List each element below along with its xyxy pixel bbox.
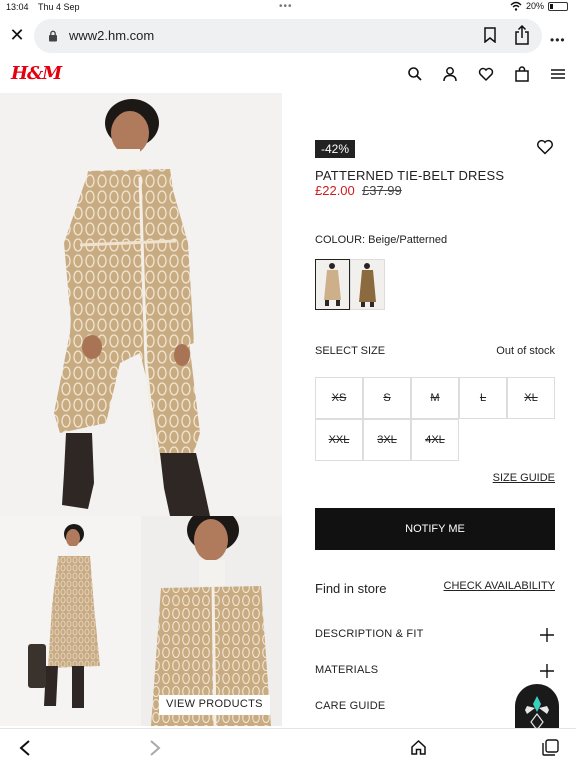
- shopping-bag-icon[interactable]: [514, 66, 530, 82]
- size-option[interactable]: XL: [507, 377, 555, 419]
- menu-hamburger-icon[interactable]: [550, 66, 566, 82]
- browser-bar: ✕ www2.hm.com •••: [0, 15, 576, 57]
- address-bar[interactable]: www2.hm.com: [34, 19, 542, 53]
- swatch-dress-alt-thumbnail: [359, 263, 376, 307]
- close-tab-icon[interactable]: ✕: [8, 25, 26, 45]
- product-title: PATTERNED TIE-BELT DRESS: [315, 168, 505, 183]
- stock-status: Out of stock: [496, 345, 555, 357]
- size-guide-link[interactable]: SIZE GUIDE: [493, 472, 555, 484]
- wifi-icon: [510, 1, 522, 11]
- hm-logo[interactable]: H&M: [11, 63, 62, 84]
- view-products-button[interactable]: VIEW PRODUCTS: [159, 695, 270, 715]
- check-availability-link[interactable]: CHECK AVAILABILITY: [444, 580, 555, 592]
- sale-price: £22.00: [315, 183, 355, 198]
- accordion-materials[interactable]: MATERIALS: [315, 664, 378, 676]
- lock-icon: [49, 30, 57, 42]
- colour-label: COLOUR: Beige/Patterned: [315, 234, 448, 246]
- notify-me-button[interactable]: NOTIFY ME: [315, 508, 555, 550]
- original-price: £37.99: [362, 183, 402, 198]
- multitasking-dots-icon[interactable]: •••: [279, 1, 293, 12]
- size-option[interactable]: XXL: [315, 419, 363, 461]
- add-to-favourites-heart-icon[interactable]: [536, 139, 554, 155]
- product-image-main[interactable]: [0, 93, 282, 516]
- home-icon[interactable]: [410, 739, 427, 756]
- colour-swatch-beige-patterned[interactable]: [315, 259, 350, 310]
- browser-bottom-toolbar: [0, 728, 576, 768]
- model-full-length-illustration: [28, 524, 100, 708]
- expand-plus-icon[interactable]: [540, 628, 554, 642]
- status-right: 20%: [510, 1, 568, 11]
- status-date: Thu 4 Sep: [38, 2, 80, 12]
- product-image-full-length[interactable]: [0, 516, 141, 726]
- accordion-description-fit[interactable]: DESCRIPTION & FIT: [315, 628, 424, 640]
- back-chevron-icon[interactable]: [18, 739, 32, 757]
- colour-swatch-alternate[interactable]: [350, 259, 385, 310]
- tabs-icon[interactable]: [542, 739, 559, 756]
- accordion-care-guide[interactable]: CARE GUIDE: [315, 700, 385, 712]
- forward-chevron-icon[interactable]: [148, 739, 162, 757]
- account-icon[interactable]: [442, 66, 458, 82]
- size-option[interactable]: M: [411, 377, 459, 419]
- model-illustration: [54, 99, 210, 516]
- swatch-dress-thumbnail: [324, 263, 341, 306]
- bookmark-icon[interactable]: [483, 27, 497, 43]
- select-size-label: SELECT SIZE: [315, 345, 386, 357]
- share-icon[interactable]: [514, 25, 530, 45]
- status-time: 13:04: [6, 2, 29, 12]
- discount-badge: -42%: [315, 140, 356, 158]
- search-icon[interactable]: [407, 66, 423, 82]
- size-option[interactable]: S: [363, 377, 411, 419]
- battery-percent: 20%: [525, 1, 544, 11]
- favourites-heart-icon[interactable]: [478, 66, 494, 82]
- expand-plus-icon[interactable]: [540, 664, 554, 678]
- find-in-store-label: Find in store: [315, 581, 387, 596]
- site-header: H&M: [0, 57, 576, 93]
- status-bar: 13:04 Thu 4 Sep ••• 20%: [0, 0, 576, 15]
- battery-icon: [548, 1, 568, 11]
- more-options-icon[interactable]: •••: [550, 33, 566, 47]
- size-option[interactable]: XS: [315, 377, 363, 419]
- size-option[interactable]: 4XL: [411, 419, 459, 461]
- size-option[interactable]: 3XL: [363, 419, 411, 461]
- size-option[interactable]: L: [459, 377, 507, 419]
- url-text[interactable]: www2.hm.com: [69, 28, 154, 43]
